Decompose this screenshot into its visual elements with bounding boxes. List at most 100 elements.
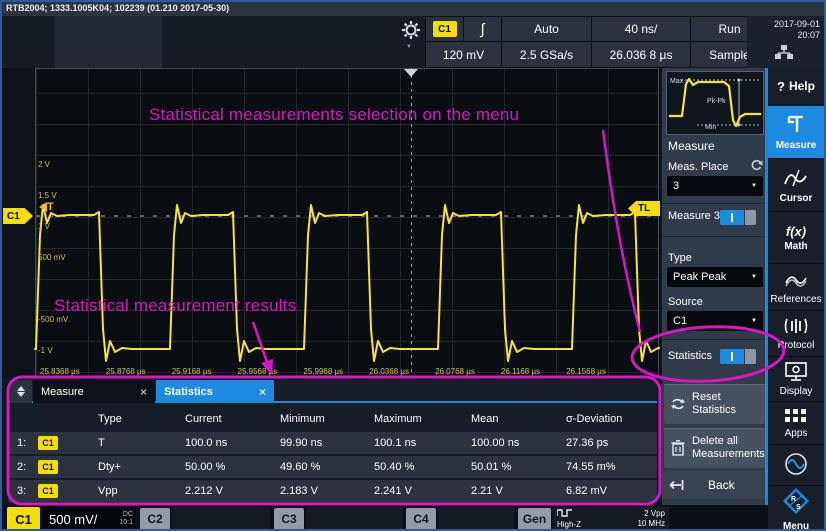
- generator-frequency: 10 MHz: [637, 519, 665, 529]
- results-panel: Measure × Statistics × Type Current Mini…: [8, 380, 657, 503]
- settings-gear-icon[interactable]: [401, 20, 421, 40]
- header-expand-chevron-icon[interactable]: ▼: [406, 44, 412, 50]
- delete-all-measurements-button[interactable]: Delete all Measurements: [664, 428, 765, 468]
- sidebar-item-references[interactable]: References: [768, 265, 824, 311]
- protocol-icon: [783, 317, 809, 338]
- channel4-badge[interactable]: C4: [406, 508, 436, 530]
- trigger-slope-cell[interactable]: ∫: [463, 16, 502, 42]
- peak-peak-preview: Max Pk-Pk Min: [666, 71, 764, 135]
- sidebar-item-cursor[interactable]: Cursor: [768, 160, 824, 212]
- source-dropdown[interactable]: C1 ▼: [667, 311, 763, 331]
- v-label: 1.5 V: [38, 191, 57, 200]
- chevron-down-icon: ▼: [751, 318, 757, 324]
- preview-pkpk-label: Pk-Pk: [707, 98, 726, 105]
- t-label: 25.9168 µs: [172, 367, 212, 376]
- trigger-level-cell[interactable]: 120 mV: [425, 41, 502, 68]
- tab-measure[interactable]: Measure ×: [33, 380, 155, 403]
- type-value: Peak Peak: [673, 271, 726, 283]
- channel2-badge[interactable]: C2: [140, 508, 170, 530]
- square-wave-icon: [557, 509, 581, 519]
- channel3-badge[interactable]: C3: [274, 508, 304, 530]
- close-icon[interactable]: ×: [140, 385, 147, 399]
- sidebar-item-help[interactable]: ? Help: [768, 68, 824, 105]
- statistics-label: Statistics: [668, 350, 712, 362]
- col-type: Type: [98, 413, 185, 425]
- sidebar-item-measure[interactable]: Measure: [768, 106, 824, 159]
- preview-max-label: Max: [670, 78, 684, 85]
- menu-title: Measure: [668, 139, 715, 153]
- generator-icon: [783, 451, 809, 480]
- channel3-settings-block[interactable]: [306, 507, 403, 531]
- back-icon: [662, 479, 690, 491]
- horizontal-position-cell[interactable]: 26.036 8 µs: [591, 41, 691, 68]
- channel2-settings-block[interactable]: [172, 507, 270, 531]
- generator-badge[interactable]: Gen: [518, 508, 551, 530]
- statistics-toggle[interactable]: [720, 349, 756, 364]
- trigger-marker-label: T: [47, 201, 54, 213]
- meas-place-dropdown[interactable]: 3 ▼: [667, 176, 763, 196]
- type-label: Type: [668, 252, 692, 264]
- channel4-settings-block[interactable]: [438, 507, 514, 531]
- oscilloscope-screen: RTB2004; 1333.1005K04; 102239 (01.210 20…: [0, 0, 826, 531]
- sidebar-math-label: Math: [784, 241, 807, 252]
- close-icon[interactable]: ×: [259, 385, 266, 399]
- reset-icon: [664, 396, 692, 412]
- col-mean: Mean: [471, 413, 566, 425]
- generator-settings-block[interactable]: High-Z 2 Vpp 10 MHz: [553, 507, 669, 531]
- svg-text:S: S: [796, 504, 801, 511]
- t-label: 26.1168 µs: [501, 367, 540, 376]
- col-minimum: Minimum: [280, 413, 374, 425]
- sidebar-menu-label: Menu: [783, 521, 809, 531]
- tab-statistics[interactable]: Statistics ×: [156, 380, 274, 403]
- col-maximum: Maximum: [374, 413, 471, 425]
- table-row[interactable]: 2: C1 Dty+ 50.00 % 49.60 % 50.40 % 50.01…: [8, 456, 657, 478]
- sort-up-icon: [17, 386, 25, 391]
- results-tabs-bar: Measure × Statistics ×: [8, 380, 657, 403]
- sidebar-item-display[interactable]: Display: [768, 358, 824, 402]
- generator-impedance: High-Z: [557, 520, 581, 529]
- rs-logo-icon: R S: [781, 488, 811, 519]
- channel1-settings-block[interactable]: 500 mV/ DC 10:1: [42, 507, 136, 531]
- chevron-down-icon: ▼: [751, 274, 757, 280]
- back-button[interactable]: Back: [662, 471, 765, 499]
- channel1-coupling: DC: [123, 511, 133, 518]
- table-row[interactable]: 3: C1 Vpp 2.212 V 2.183 V 2.241 V 2.21 V…: [8, 480, 657, 502]
- measure-icon: [785, 113, 807, 138]
- t-label: 25.8768 µs: [106, 367, 146, 376]
- sidebar-measure-label: Measure: [776, 140, 817, 151]
- acquisition-mode-value: Sample: [709, 48, 750, 62]
- table-row[interactable]: 1: C1 T 100.0 ns 99.90 ns 100.1 ns 100.0…: [8, 432, 657, 454]
- trigger-arrow-icon: [39, 202, 47, 212]
- channel1-badge[interactable]: C1: [7, 507, 40, 531]
- title-bar: RTB2004; 1333.1005K04; 102239 (01.210 20…: [2, 2, 824, 16]
- channel-badge: C1: [38, 436, 58, 450]
- sidebar-item-menu[interactable]: R S Menu: [768, 487, 824, 531]
- sort-rows-button[interactable]: [10, 380, 32, 403]
- measure-n-toggle[interactable]: [720, 210, 756, 225]
- trigger-mode-cell[interactable]: Auto: [501, 16, 592, 42]
- datetime-cell: 2017-09-01 20:07: [747, 16, 824, 68]
- sidebar-item-math[interactable]: f(x) Math: [768, 213, 824, 264]
- trigger-source-cell[interactable]: C1: [425, 16, 464, 42]
- reset-statistics-button[interactable]: Reset Statistics: [664, 384, 765, 424]
- results-header-row: Type Current Minimum Maximum Mean σ-Devi…: [8, 408, 657, 430]
- header-toolbar: ▼ C1 ∫ Auto 40 ns/ Run 120 mV 2.5 GSa/s …: [2, 16, 824, 68]
- timebase-cell[interactable]: 40 ns/: [591, 16, 691, 42]
- v-label: 1 V: [38, 222, 50, 231]
- trigger-marker[interactable]: T: [39, 201, 54, 213]
- channel1-probe: 10:1: [119, 519, 133, 526]
- type-dropdown[interactable]: Peak Peak ▼: [667, 267, 763, 287]
- sidebar-item-protocol[interactable]: Protocol: [768, 312, 824, 357]
- help-icon: ?: [777, 79, 785, 94]
- sidebar-apps-label: Apps: [785, 428, 808, 439]
- t-label: 25.8368 µs: [40, 367, 80, 376]
- meas-place-value: 3: [673, 180, 679, 192]
- sample-rate-cell[interactable]: 2.5 GSa/s: [501, 41, 592, 68]
- meas-place-cycle-icon[interactable]: [750, 159, 763, 177]
- sidebar-item-apps[interactable]: Apps: [768, 403, 824, 445]
- delete-label-line2: Measurements: [692, 448, 765, 460]
- measure-menu-panel: Max Pk-Pk Min Measure Meas. Place 3 ▼ Me…: [662, 68, 768, 531]
- channel-bar: C1 500 mV/ DC 10:1 C2 C3 C4 Gen High-Z: [2, 505, 768, 531]
- cursor-icon: [783, 168, 809, 191]
- sidebar-item-generator[interactable]: [768, 446, 824, 486]
